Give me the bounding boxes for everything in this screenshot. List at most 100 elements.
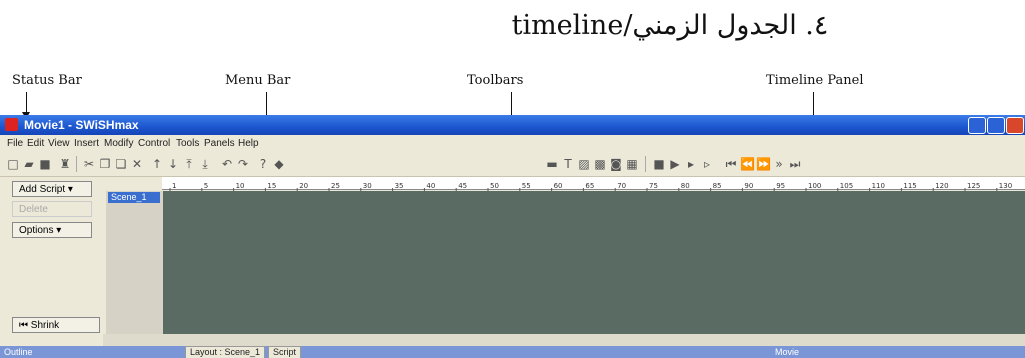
play-effect-icon[interactable]: ▸: [684, 157, 698, 171]
copy-icon[interactable]: ❐: [98, 157, 112, 171]
first-frame-icon[interactable]: ⏮: [724, 157, 738, 171]
forward-icon[interactable]: »: [772, 157, 786, 171]
app-icon: [5, 118, 18, 131]
move-bottom-icon[interactable]: ⤓: [198, 157, 212, 171]
play-object-icon[interactable]: ▹: [700, 157, 714, 171]
undo-icon[interactable]: ↶: [220, 157, 234, 171]
callout-toolbars: Toolbars: [467, 73, 524, 88]
arrow-status-bar: [26, 92, 27, 114]
horizontal-scrollbar[interactable]: [103, 334, 1025, 346]
insert-button-icon[interactable]: ◙: [609, 157, 623, 171]
ruler-tick-label: 35: [395, 182, 404, 190]
insert-scene-icon[interactable]: ▬: [545, 157, 559, 171]
window-title: Movie1 - SWiSHmax: [24, 118, 139, 132]
menu-help[interactable]: Help: [238, 138, 259, 149]
bottom-panels-bar: Outline Layout : Scene_1 Script Movie: [0, 346, 1025, 358]
insert-text-icon[interactable]: T: [561, 157, 575, 171]
help-icon[interactable]: ?: [256, 157, 270, 171]
ruler-tick-label: 25: [331, 182, 340, 190]
insert-sprite-icon[interactable]: ▦: [625, 157, 639, 171]
ruler-tick-label: 50: [490, 182, 499, 190]
menu-view[interactable]: View: [48, 138, 70, 149]
menu-modify[interactable]: Modify: [104, 138, 133, 149]
play-icon[interactable]: ▶: [668, 157, 682, 171]
paint-icon[interactable]: ◆: [272, 157, 286, 171]
toolbar: □ ▰ ■ ♜ ✂ ❐ ❏ ✕ ↑ ↓ ⤒ ⤓ ↶ ↷ ? ◆ ▬ T ▨ ▩ …: [0, 152, 1025, 177]
ruler-tick-label: 90: [744, 182, 753, 190]
toolbar-separator: [645, 156, 646, 172]
cut-icon[interactable]: ✂: [82, 157, 96, 171]
ruler-tick-label: 20: [299, 182, 308, 190]
ruler-tick-label: 45: [458, 182, 467, 190]
delete-icon[interactable]: ✕: [130, 157, 144, 171]
ruler-tick-label: 75: [649, 182, 658, 190]
move-up-icon[interactable]: ↑: [150, 157, 164, 171]
movie-panel-title[interactable]: Movie: [775, 347, 799, 357]
ruler-tick-label: 80: [681, 182, 690, 190]
menu-panels[interactable]: Panels: [204, 138, 235, 149]
options-button[interactable]: Options ▾: [12, 222, 92, 238]
ruler-tick-label: 60: [554, 182, 563, 190]
ruler-tick-label: 65: [585, 182, 594, 190]
outline-panel-title[interactable]: Outline: [4, 347, 33, 357]
callout-menu-bar: Menu Bar: [225, 73, 291, 88]
page-heading: ٤. الجدول الزمني/timeline: [511, 10, 829, 41]
delete-label: Delete: [19, 204, 48, 215]
ruler-tick-label: 95: [776, 182, 785, 190]
next-frame-icon[interactable]: ⏩: [756, 157, 771, 171]
menu-tools[interactable]: Tools: [176, 138, 199, 149]
menu-control[interactable]: Control: [138, 138, 170, 149]
ruler-tick-label: 5: [204, 182, 208, 190]
application-window: Movie1 - SWiSHmax File Edit View Insert …: [0, 115, 1025, 358]
move-down-icon[interactable]: ↓: [166, 157, 180, 171]
paste-icon[interactable]: ❏: [114, 157, 128, 171]
insert-image-icon[interactable]: ▨: [577, 157, 591, 171]
shrink-button[interactable]: ⏮ Shrink: [12, 317, 100, 333]
open-folder-icon[interactable]: ▰: [22, 157, 36, 171]
ruler-tick-label: 110: [872, 182, 885, 190]
redo-icon[interactable]: ↷: [236, 157, 250, 171]
ruler-tick-label: 130: [999, 182, 1012, 190]
scene-item[interactable]: Scene_1: [108, 192, 160, 203]
tab-script[interactable]: Script: [268, 346, 302, 358]
maximize-button[interactable]: [987, 117, 1005, 134]
ruler-tick-label: 15: [267, 182, 276, 190]
title-bar: Movie1 - SWiSHmax: [0, 115, 1025, 135]
tab-layout[interactable]: Layout : Scene_1: [185, 346, 266, 358]
ruler-tick-label: 115: [903, 182, 916, 190]
shrink-label: Shrink: [30, 320, 60, 331]
callout-status-bar: Status Bar: [12, 73, 82, 88]
ruler-tick-label: 120: [935, 182, 948, 190]
add-script-label: Add Script: [19, 184, 66, 195]
ruler-tick-label: 10: [236, 182, 245, 190]
timeline-ruler[interactable]: 1 5 10 15 20 25 30 35 40 45 50 55 60 65 70 75 80 85 90 95 10…: [162, 177, 1025, 192]
last-frame-icon[interactable]: ⏭: [788, 157, 802, 171]
ruler-tick-label: 125: [967, 182, 980, 190]
add-script-button[interactable]: Add Script ▾: [12, 181, 92, 197]
timeline-panel[interactable]: [163, 191, 1025, 334]
move-top-icon[interactable]: ⤒: [182, 157, 196, 171]
find-icon[interactable]: ♜: [58, 157, 72, 171]
menu-edit[interactable]: Edit: [27, 138, 44, 149]
new-file-icon[interactable]: □: [6, 157, 20, 171]
ruler-tick-label: 55: [522, 182, 531, 190]
minimize-button[interactable]: [968, 117, 986, 134]
options-label: Options: [19, 225, 54, 236]
save-icon[interactable]: ■: [38, 157, 52, 171]
menu-insert[interactable]: Insert: [74, 138, 99, 149]
menu-bar: File Edit View Insert Modify Control Too…: [0, 135, 1025, 152]
close-button[interactable]: [1006, 117, 1024, 134]
ruler-tick-label: 105: [840, 182, 853, 190]
ruler-tick-label: 30: [363, 182, 372, 190]
menu-file[interactable]: File: [7, 138, 23, 149]
scene-list: Scene_1: [106, 191, 163, 334]
ruler-tick-label: 70: [617, 182, 626, 190]
ruler-tick-label: 100: [808, 182, 821, 190]
ruler-tick-label: 40: [426, 182, 435, 190]
stop-icon[interactable]: ■: [652, 157, 666, 171]
ruler-tick-label: 85: [713, 182, 722, 190]
insert-shape-icon[interactable]: ▩: [593, 157, 607, 171]
previous-frame-icon[interactable]: ⏪: [740, 157, 755, 171]
toolbar-separator: [76, 156, 77, 172]
delete-button[interactable]: Delete: [12, 201, 92, 217]
